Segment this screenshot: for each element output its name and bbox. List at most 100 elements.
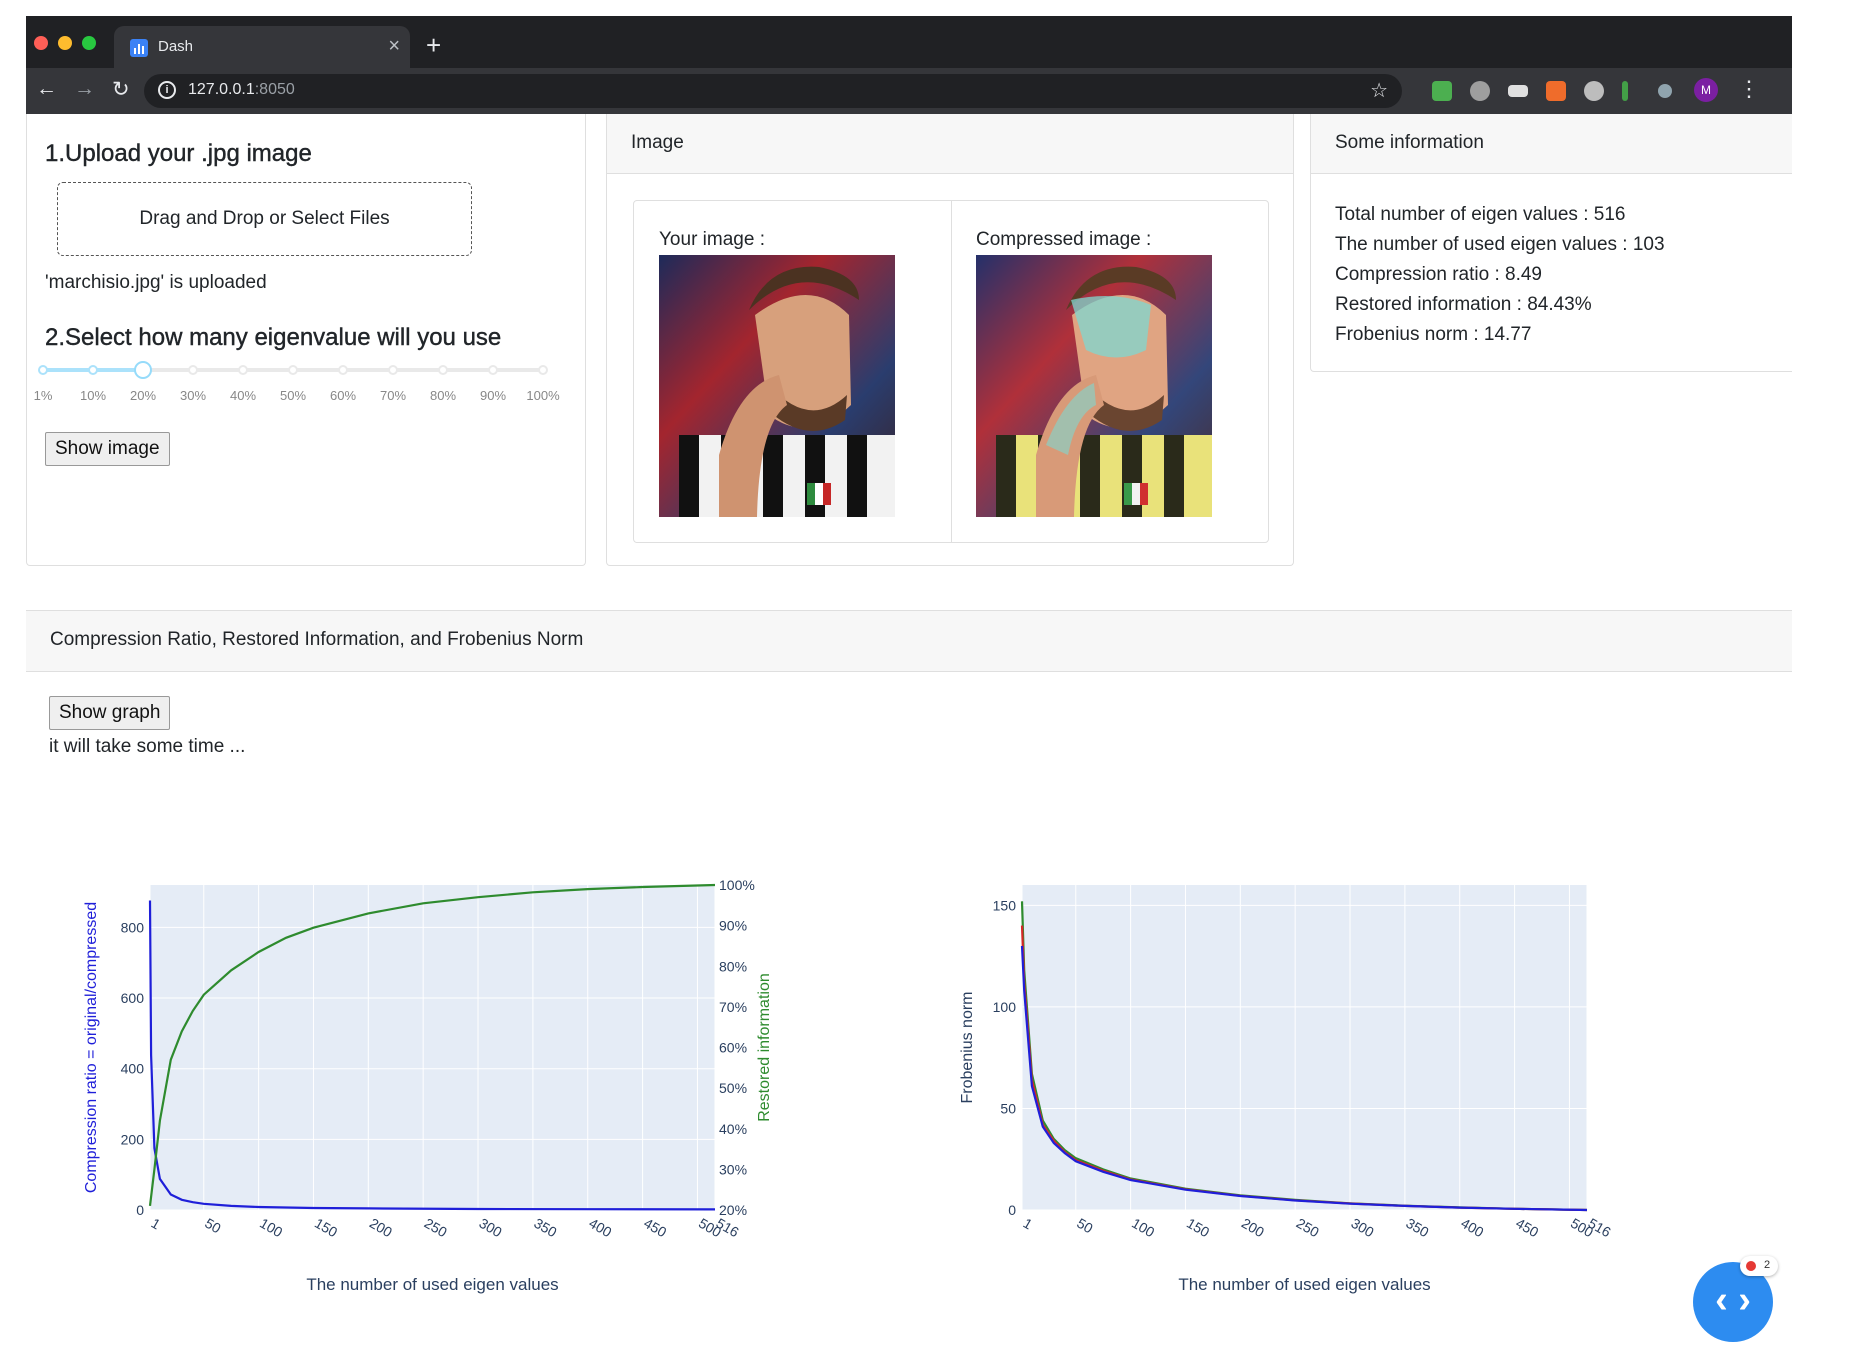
graph-panel-header: Compression Ratio, Restored Information,… bbox=[26, 611, 1792, 671]
x-tick-label: 250 bbox=[1294, 1215, 1322, 1241]
dash-favicon-icon bbox=[130, 39, 148, 57]
your-image-label: Your image : bbox=[659, 229, 765, 250]
slider-dot[interactable] bbox=[538, 365, 548, 375]
slider-dot[interactable] bbox=[38, 365, 48, 375]
browser-menu-icon[interactable]: ⋮ bbox=[1738, 76, 1760, 102]
upload-status: 'marchisio.jpg' is uploaded bbox=[45, 272, 267, 293]
slider-mark-label: 60% bbox=[329, 388, 357, 403]
x-tick-label: 516 bbox=[1586, 1215, 1614, 1241]
x-tick-label: 500 bbox=[1568, 1215, 1596, 1241]
x-tick-label: 400 bbox=[586, 1215, 614, 1241]
y2-tick-label: 60% bbox=[719, 1040, 747, 1056]
image-comparison-box: Your image : Compressed image : bbox=[633, 200, 1269, 543]
error-count-badge[interactable]: 2 bbox=[1740, 1256, 1778, 1276]
slider-dot[interactable] bbox=[438, 365, 448, 375]
browser-toolbar: ← → ↻ i 127.0.0.1:8050 ☆ M ⋮ bbox=[26, 68, 1792, 114]
y-tick-label: 100 bbox=[993, 999, 1017, 1015]
series-line bbox=[148, 900, 716, 1211]
back-arrow-icon[interactable]: ← bbox=[36, 77, 57, 101]
compressed-image-label: Compressed image : bbox=[976, 229, 1152, 250]
x-tick-label: 450 bbox=[1513, 1215, 1541, 1241]
address-bar[interactable]: i 127.0.0.1:8050 ☆ bbox=[144, 74, 1402, 108]
extension-card-icon[interactable] bbox=[1508, 85, 1528, 97]
x-tick-label: 150 bbox=[1184, 1215, 1212, 1241]
show-graph-button[interactable]: Show graph bbox=[49, 696, 171, 730]
x-tick-label: 50 bbox=[202, 1215, 224, 1237]
site-info-icon[interactable]: i bbox=[158, 81, 176, 99]
extension-mail-icon[interactable] bbox=[1432, 81, 1452, 101]
x-axis-title: The number of used eigen values bbox=[1178, 1275, 1430, 1294]
x-tick-label: 350 bbox=[531, 1215, 559, 1241]
y2-tick-label: 100% bbox=[719, 877, 755, 893]
info-panel-header: Some information bbox=[1311, 114, 1792, 174]
error-dot-icon bbox=[1746, 1261, 1756, 1271]
y-tick-label: 600 bbox=[121, 990, 145, 1006]
slider-dot[interactable] bbox=[238, 365, 248, 375]
new-tab-button[interactable]: + bbox=[426, 30, 441, 61]
y2-tick-label: 40% bbox=[719, 1121, 747, 1137]
slider-dot[interactable] bbox=[188, 365, 198, 375]
slider-dot[interactable] bbox=[288, 365, 298, 375]
extension-ex-icon[interactable] bbox=[1546, 81, 1566, 101]
y2-tick-label: 50% bbox=[719, 1080, 747, 1096]
browser-tab[interactable]: Dash × bbox=[114, 26, 410, 68]
slider-dot[interactable] bbox=[488, 365, 498, 375]
y-axis-title: Frobenius norm bbox=[959, 991, 976, 1103]
frobenius-norm-chart: 1 50 100 150 200 250 300 350 400 450 5005160501001… bbox=[959, 885, 1614, 1294]
minimize-window-button[interactable] bbox=[58, 36, 72, 50]
x-tick-label: 350 bbox=[1403, 1215, 1431, 1241]
maximize-window-button[interactable] bbox=[82, 36, 96, 50]
upload-dropzone[interactable]: Drag and Drop or Select Files bbox=[57, 182, 472, 256]
y-axis-title: Compression ratio = original/compressed bbox=[83, 902, 100, 1193]
compression-restored-chart: 1 50 100 150 200 250 300 350 400 450 5005160200400… bbox=[83, 877, 773, 1294]
x-tick-label: 50 bbox=[1074, 1215, 1096, 1237]
y2-tick-label: 20% bbox=[719, 1202, 747, 1218]
x-tick-label: 450 bbox=[641, 1215, 669, 1241]
x-tick-label: 200 bbox=[1239, 1215, 1267, 1241]
forward-arrow-icon[interactable]: → bbox=[74, 77, 95, 101]
slider-dot[interactable] bbox=[88, 365, 98, 375]
reload-icon[interactable]: ↻ bbox=[112, 77, 130, 102]
x-tick-label: 100 bbox=[257, 1215, 285, 1241]
x-axis-title: The number of used eigen values bbox=[306, 1275, 558, 1294]
y-tick-label: 0 bbox=[1008, 1202, 1016, 1218]
extension-cloud-on-icon[interactable] bbox=[1584, 81, 1604, 101]
close-window-button[interactable] bbox=[34, 36, 48, 50]
y-tick-label: 50 bbox=[1000, 1100, 1016, 1116]
bookmark-star-icon[interactable]: ☆ bbox=[1370, 78, 1388, 103]
address-url: 127.0.0.1:8050 bbox=[188, 81, 295, 98]
extension-search-icon[interactable] bbox=[1658, 84, 1672, 98]
x-tick-label: 400 bbox=[1458, 1215, 1486, 1241]
original-photo bbox=[659, 255, 895, 517]
show-image-button[interactable]: Show image bbox=[45, 432, 170, 466]
slider-dot[interactable] bbox=[388, 365, 398, 375]
slider-mark-label: 90% bbox=[479, 388, 507, 403]
x-tick-label: 250 bbox=[422, 1215, 450, 1241]
x-tick-label: 150 bbox=[312, 1215, 340, 1241]
x-tick-label: 300 bbox=[1349, 1215, 1377, 1241]
profile-avatar[interactable]: M bbox=[1694, 78, 1718, 102]
x-tick-label: 300 bbox=[477, 1215, 505, 1241]
series-line bbox=[1020, 945, 1588, 1212]
y-tick-label: 400 bbox=[121, 1061, 145, 1077]
slider-dot[interactable] bbox=[338, 365, 348, 375]
y2-tick-label: 30% bbox=[719, 1161, 747, 1177]
error-count: 2 bbox=[1764, 1259, 1771, 1271]
x-tick-label: 1 bbox=[149, 1215, 164, 1233]
upload-panel: 1.Upload your .jpg image Drag and Drop o… bbox=[26, 114, 586, 566]
total-eigenvalues-text: Total number of eigen values : 516 bbox=[1335, 204, 1626, 225]
image-column-divider bbox=[951, 201, 952, 542]
tab-close-icon[interactable]: × bbox=[388, 35, 400, 58]
info-panel: Some information Total number of eigen v… bbox=[1310, 114, 1792, 372]
x-tick-label: 200 bbox=[367, 1215, 395, 1241]
extension-leaf-icon[interactable] bbox=[1622, 81, 1628, 101]
slider-mark-label: 10% bbox=[79, 388, 107, 403]
slider-mark-label: 40% bbox=[229, 388, 257, 403]
eigenvalue-slider-handle[interactable] bbox=[134, 361, 152, 379]
series-line bbox=[148, 883, 716, 1207]
x-tick-label: 516 bbox=[714, 1215, 742, 1241]
y-tick-label: 200 bbox=[121, 1131, 145, 1147]
upload-heading: 1.Upload your .jpg image bbox=[45, 140, 312, 167]
extension-satellite-icon[interactable] bbox=[1470, 81, 1490, 101]
y-tick-label: 150 bbox=[993, 897, 1017, 913]
